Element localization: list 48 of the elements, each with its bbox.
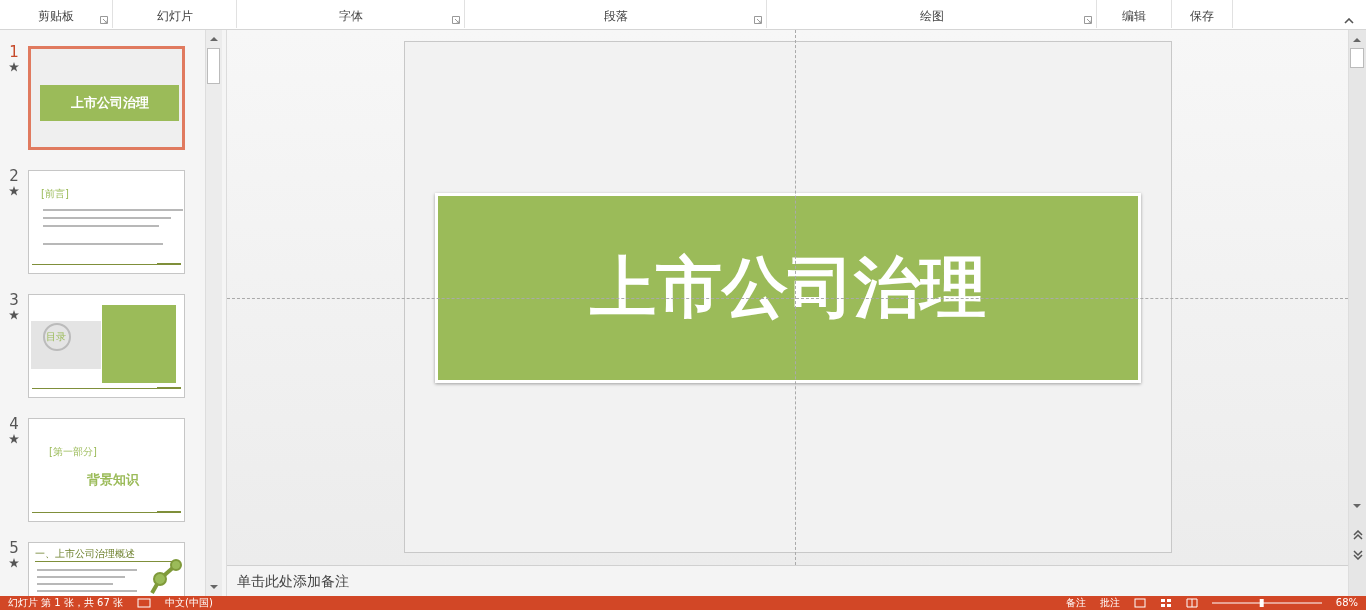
ribbon-group-label: 字体: [338, 8, 363, 25]
section-label: [第一部分]: [49, 445, 97, 459]
slide-thumbnail[interactable]: [第一部分] 背景知识: [28, 418, 185, 522]
slide-info: 幻灯片 第 1 张，共 67 张: [8, 596, 123, 610]
slide-number: 3: [9, 292, 19, 308]
dialog-launcher-icon[interactable]: [100, 16, 108, 24]
slide-number: 1: [9, 44, 19, 60]
previous-slide-icon[interactable]: [1353, 530, 1363, 540]
notes-button[interactable]: 备注: [1065, 596, 1086, 610]
ribbon-group-label: 保存: [1190, 8, 1214, 25]
reading-view-icon[interactable]: [1185, 598, 1198, 608]
next-slide-icon[interactable]: [1353, 550, 1363, 560]
slide-number: 2: [9, 168, 19, 184]
magnifier-icon: [43, 323, 71, 351]
slide-title[interactable]: 上市公司治理: [434, 193, 1141, 383]
slide-thumbnail[interactable]: [前言]: [28, 170, 185, 274]
dialog-launcher-icon[interactable]: [1084, 16, 1092, 24]
ribbon-group-label: 幻灯片: [156, 8, 193, 25]
dialog-launcher-icon[interactable]: [452, 16, 460, 24]
slide-heading: [前言]: [41, 187, 69, 201]
slide-thumbnail[interactable]: 上市公司治理: [28, 46, 185, 150]
zoom-slider-thumb[interactable]: [1259, 599, 1264, 607]
slide-heading: 一、上市公司治理概述: [35, 547, 135, 561]
zoom-level[interactable]: 68%: [1335, 596, 1358, 610]
scrollbar[interactable]: [205, 30, 222, 596]
notes-field[interactable]: 单击此处添加备注: [237, 573, 637, 589]
ribbon-group-label: 编辑: [1122, 8, 1146, 25]
slide-heading: 目录: [46, 330, 66, 344]
ribbon-group-label: 剪贴板: [38, 8, 74, 25]
section-title: 背景知识: [87, 471, 139, 489]
slide-number: 5: [9, 540, 19, 556]
ribbon-group-label: 段落: [603, 8, 628, 25]
slide-sorter-icon[interactable]: [1159, 598, 1172, 608]
slide-number: 4: [9, 416, 19, 432]
slide-thumbnail[interactable]: 一、上市公司治理概述: [28, 542, 185, 596]
language-status[interactable]: 中文(中国): [165, 596, 213, 610]
slide-thumbnail[interactable]: 目录: [28, 294, 185, 398]
slide-canvas[interactable]: 上市公司治理: [403, 41, 1172, 553]
normal-view-icon[interactable]: [1133, 598, 1146, 608]
ribbon-group-label: 绘图: [919, 8, 944, 25]
scroll-thumb[interactable]: [1350, 48, 1364, 68]
dialog-launcher-icon[interactable]: [754, 16, 762, 24]
slide-title-banner: 上市公司治理: [40, 85, 179, 121]
collapse-ribbon-icon[interactable]: [1344, 18, 1354, 24]
photo-placeholder: [31, 321, 101, 369]
zoom-slider[interactable]: [1211, 598, 1322, 608]
scroll-thumb[interactable]: [207, 48, 220, 84]
comments-button[interactable]: 批注: [1099, 596, 1120, 610]
